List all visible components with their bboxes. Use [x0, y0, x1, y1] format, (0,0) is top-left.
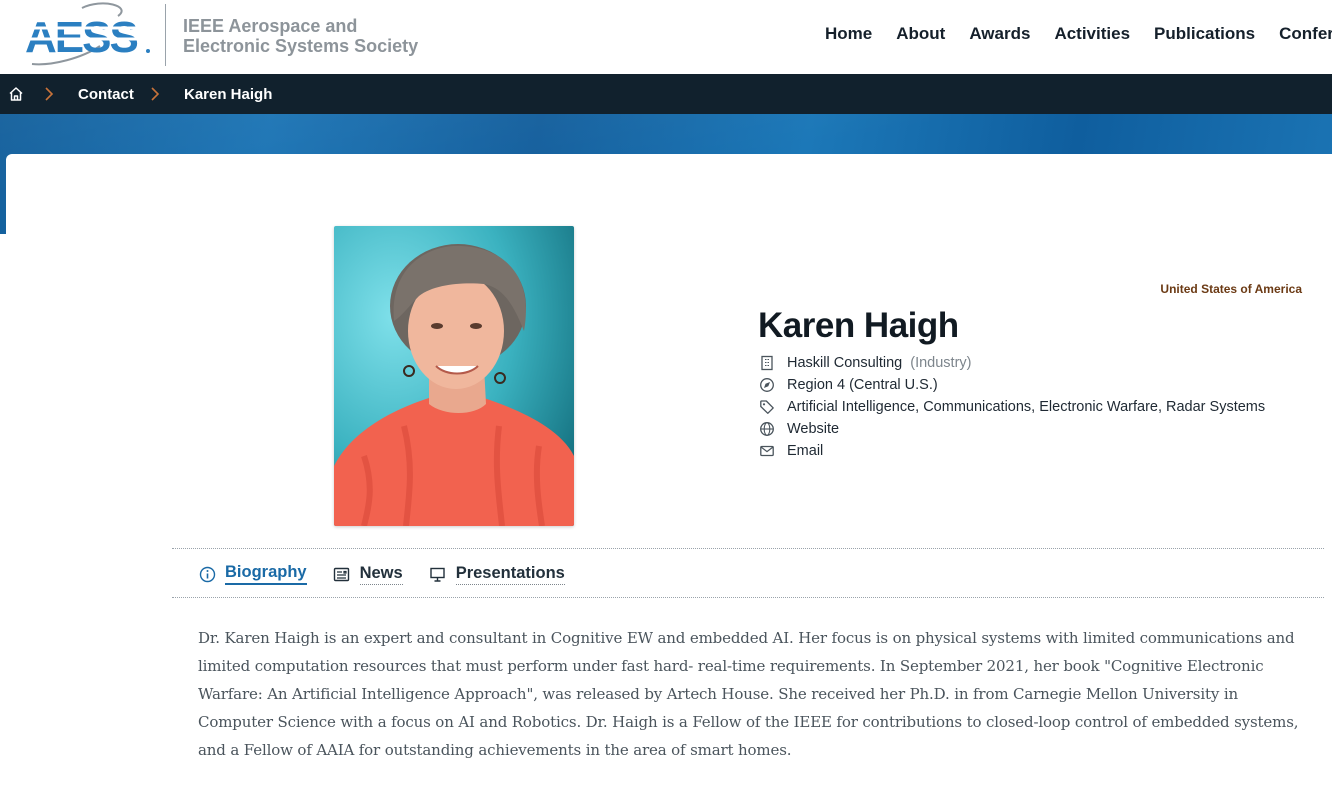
website-link[interactable]: Website: [787, 421, 839, 437]
breadcrumb-contact[interactable]: Contact: [78, 86, 134, 103]
email-row: Email: [758, 440, 1318, 462]
newspaper-icon: [333, 565, 351, 583]
nav-home[interactable]: Home: [825, 24, 872, 44]
tab-presentations[interactable]: Presentations: [429, 564, 565, 585]
breadcrumb-current: Karen Haigh: [184, 86, 273, 103]
site-header: AESS IEEE Aerospace and Electronic Syste…: [0, 0, 1332, 74]
mail-icon: [758, 443, 776, 459]
nav-about[interactable]: About: [896, 24, 945, 44]
nav-publications[interactable]: Publications: [1154, 24, 1255, 44]
profile-photo: [334, 226, 574, 526]
company-row: Haskill Consulting (Industry): [758, 352, 1318, 374]
info-icon: [198, 565, 216, 583]
nav-activities[interactable]: Activities: [1054, 24, 1130, 44]
company-name: Haskill Consulting: [787, 355, 903, 371]
tag-icon: [758, 399, 776, 415]
nav-conferences[interactable]: Confere: [1279, 24, 1332, 44]
society-name: IEEE Aerospace and Electronic Systems So…: [183, 16, 443, 56]
chevron-right-icon: [44, 86, 54, 102]
aess-logo-icon: AESS: [25, 2, 150, 66]
tab-biography[interactable]: Biography: [198, 563, 307, 585]
tab-presentations-label: Presentations: [455, 564, 565, 585]
tab-news-label: News: [359, 564, 403, 585]
tabs-top-divider: [172, 548, 1324, 549]
main-nav: Home About Awards Activities Publication…: [825, 24, 1332, 44]
person-name: Karen Haigh: [758, 306, 959, 345]
website-row: Website: [758, 418, 1318, 440]
society-name-line1: IEEE Aerospace and: [183, 16, 358, 36]
region-text: Region 4 (Central U.S.): [787, 377, 938, 393]
nav-awards[interactable]: Awards: [969, 24, 1030, 44]
company-type: (Industry): [910, 355, 972, 371]
tab-biography-label: Biography: [225, 563, 307, 585]
globe-icon: [758, 421, 776, 437]
topics-text: Artificial Intelligence, Communications,…: [787, 399, 1266, 415]
tabs-bottom-divider: [172, 597, 1324, 598]
aess-logo[interactable]: AESS: [22, 2, 154, 68]
home-icon[interactable]: [8, 86, 24, 102]
profile-details: Haskill Consulting (Industry) Region 4 (…: [758, 352, 1318, 462]
presentation-icon: [429, 565, 447, 583]
compass-icon: [758, 377, 776, 393]
chevron-right-icon: [150, 86, 160, 102]
region-row: Region 4 (Central U.S.): [758, 374, 1318, 396]
logo-divider: [165, 4, 166, 66]
society-name-line2: Electronic Systems Society: [183, 36, 419, 56]
building-icon: [758, 355, 776, 371]
biography-text: Dr. Karen Haigh is an expert and consult…: [198, 629, 1299, 759]
topics-row: Artificial Intelligence, Communications,…: [758, 396, 1318, 418]
email-link[interactable]: Email: [787, 443, 823, 459]
profile-tabs: Biography News Presentations: [198, 563, 591, 585]
tab-news[interactable]: News: [333, 564, 403, 585]
country-label: United States of America: [1160, 282, 1302, 296]
breadcrumb: Contact Karen Haigh: [0, 74, 1332, 114]
